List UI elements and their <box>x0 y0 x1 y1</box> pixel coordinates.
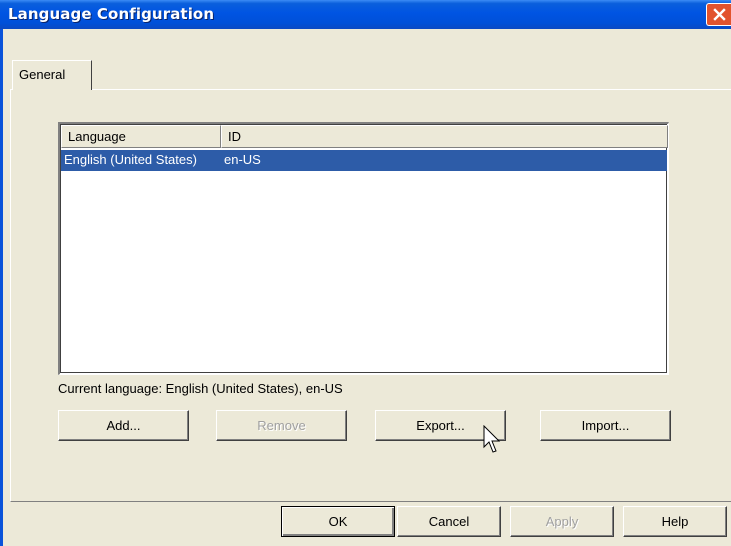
add-button[interactable]: Add... <box>58 410 189 441</box>
add-button-label: Add... <box>106 418 141 433</box>
cancel-button-label: Cancel <box>428 514 470 529</box>
column-header-id-label: ID <box>228 129 241 144</box>
current-language-label: Current language: English (United States… <box>58 381 343 396</box>
column-header-id[interactable]: ID <box>221 125 668 148</box>
tab-general-label: General <box>19 67 66 82</box>
mouse-pointer-icon <box>483 424 505 464</box>
remove-button[interactable]: Remove <box>216 410 347 441</box>
column-header-language-label: Language <box>68 129 126 144</box>
apply-button-label: Apply <box>545 514 579 529</box>
cell-id: en-US <box>224 152 261 167</box>
tab-general[interactable]: General <box>12 60 92 90</box>
list-row-selected[interactable]: English (United States) en-US <box>61 150 667 171</box>
cancel-button[interactable]: Cancel <box>397 506 501 537</box>
cell-language: English (United States) <box>64 152 197 167</box>
ok-button[interactable]: OK <box>281 506 395 537</box>
language-list[interactable]: Language ID English (United States) en-U… <box>58 122 669 375</box>
column-header-language[interactable]: Language <box>61 125 221 148</box>
title-bar[interactable]: Language Configuration <box>0 0 731 29</box>
apply-button[interactable]: Apply <box>510 506 614 537</box>
close-button[interactable] <box>706 3 731 26</box>
window-title: Language Configuration <box>8 5 215 23</box>
import-button-label: Import... <box>581 418 630 433</box>
import-button[interactable]: Import... <box>540 410 671 441</box>
remove-button-label: Remove <box>257 418 306 433</box>
export-button-label: Export... <box>416 418 465 433</box>
help-button[interactable]: Help <box>623 506 727 537</box>
list-header: Language ID <box>61 125 668 148</box>
ok-button-label: OK <box>328 514 348 529</box>
help-button-label: Help <box>661 514 689 529</box>
